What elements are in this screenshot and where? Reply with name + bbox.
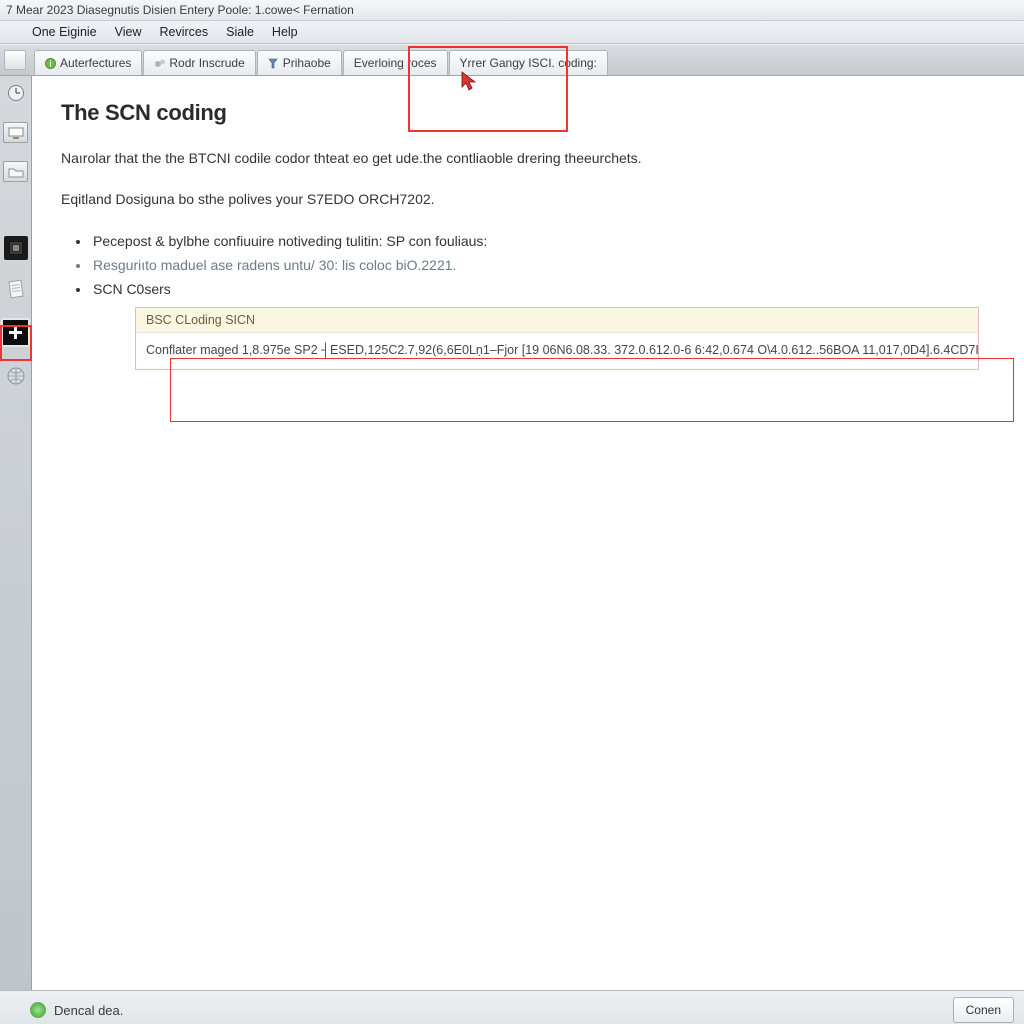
bullet-item-1: Pecepost & bylbhe confiuuire notiveding … <box>91 230 996 254</box>
tab-label: Prihaobe <box>283 56 331 70</box>
scn-output-panel: BSC CLoding SICN Conflater maged 1,8.975… <box>135 307 979 370</box>
tab-strip: i Auterfectures Rodr Inscrude Prihaobe E… <box>0 44 1024 76</box>
menu-help[interactable]: Help <box>270 24 300 40</box>
content-pane: The SCN coding Naırolar that the the BTC… <box>32 76 1024 990</box>
intro-paragraph-1: Naırolar that the the BTCNI codile codor… <box>61 148 996 169</box>
footer-continue-label: Conen <box>966 1003 1001 1017</box>
side-rail <box>0 76 32 990</box>
tab-prihaobe[interactable]: Prihaobe <box>257 50 342 75</box>
menu-siale[interactable]: Siale <box>224 24 256 40</box>
tab-label: Auterfectures <box>60 56 131 70</box>
bullet-list: Pecepost & bylbhe confiuuire notiveding … <box>91 230 996 301</box>
rail-clock-icon[interactable] <box>5 82 27 104</box>
tab-label: Rodr Inscrude <box>169 56 244 70</box>
tab-scn-coding[interactable]: Yrrer Gangy ISCI. coding: <box>449 50 608 75</box>
rail-monitor-icon[interactable] <box>3 122 28 143</box>
menu-revirces[interactable]: Revirces <box>158 24 211 40</box>
bullet-item-2[interactable]: Resguriıto maduel ase radens untu/ 30: l… <box>91 254 996 278</box>
scn-output-header: BSC CLoding SICN <box>136 308 978 333</box>
main-area: The SCN coding Naırolar that the the BTC… <box>0 76 1024 990</box>
tab-auterfectures[interactable]: i Auterfectures <box>34 50 142 75</box>
tab-label: Everloing roces <box>354 56 437 70</box>
info-icon: i <box>45 58 56 69</box>
tab-everloing-roces[interactable]: Everloing roces <box>343 50 448 75</box>
rail-globe-icon[interactable] <box>5 365 27 387</box>
rail-module-icon[interactable] <box>4 236 28 260</box>
status-dot-icon <box>30 1002 46 1018</box>
footer-continue-button[interactable]: Conen <box>953 997 1014 1023</box>
bullet-item-3: SCN C0sers <box>91 278 996 302</box>
menu-bar: One Eiginie View Revirces Siale Help <box>0 21 1024 44</box>
footer-status-text: Dencal dea. <box>54 1003 123 1018</box>
intro-paragraph-2: Eqitland Dosiguna bo sthe polives your S… <box>61 189 996 210</box>
menu-view[interactable]: View <box>113 24 144 40</box>
gear-pair-icon <box>154 58 165 69</box>
window-title-bar: 7 Mear 2023 Diasegnutis Disien Entery Po… <box>0 0 1024 21</box>
menu-one-eiginie[interactable]: One Eiginie <box>30 24 99 40</box>
tab-rodr-inscrude[interactable]: Rodr Inscrude <box>143 50 255 75</box>
rail-document-icon[interactable] <box>3 277 28 302</box>
rail-folder-icon[interactable] <box>3 161 28 182</box>
filter-icon <box>268 58 279 69</box>
rail-add-icon[interactable] <box>1 318 30 347</box>
footer-bar: Dencal dea. Conen <box>0 990 1024 1024</box>
window-title-text: 7 Mear 2023 Diasegnutis Disien Entery Po… <box>6 3 354 17</box>
page-title: The SCN coding <box>61 100 996 126</box>
tab-label: Yrrer Gangy ISCI. coding: <box>460 56 597 70</box>
svg-text:i: i <box>49 59 51 68</box>
footer-status: Dencal dea. <box>30 1002 123 1018</box>
scn-output-body: Conflater maged 1,8.975e SP2 ┤ESED,125C2… <box>136 333 978 369</box>
